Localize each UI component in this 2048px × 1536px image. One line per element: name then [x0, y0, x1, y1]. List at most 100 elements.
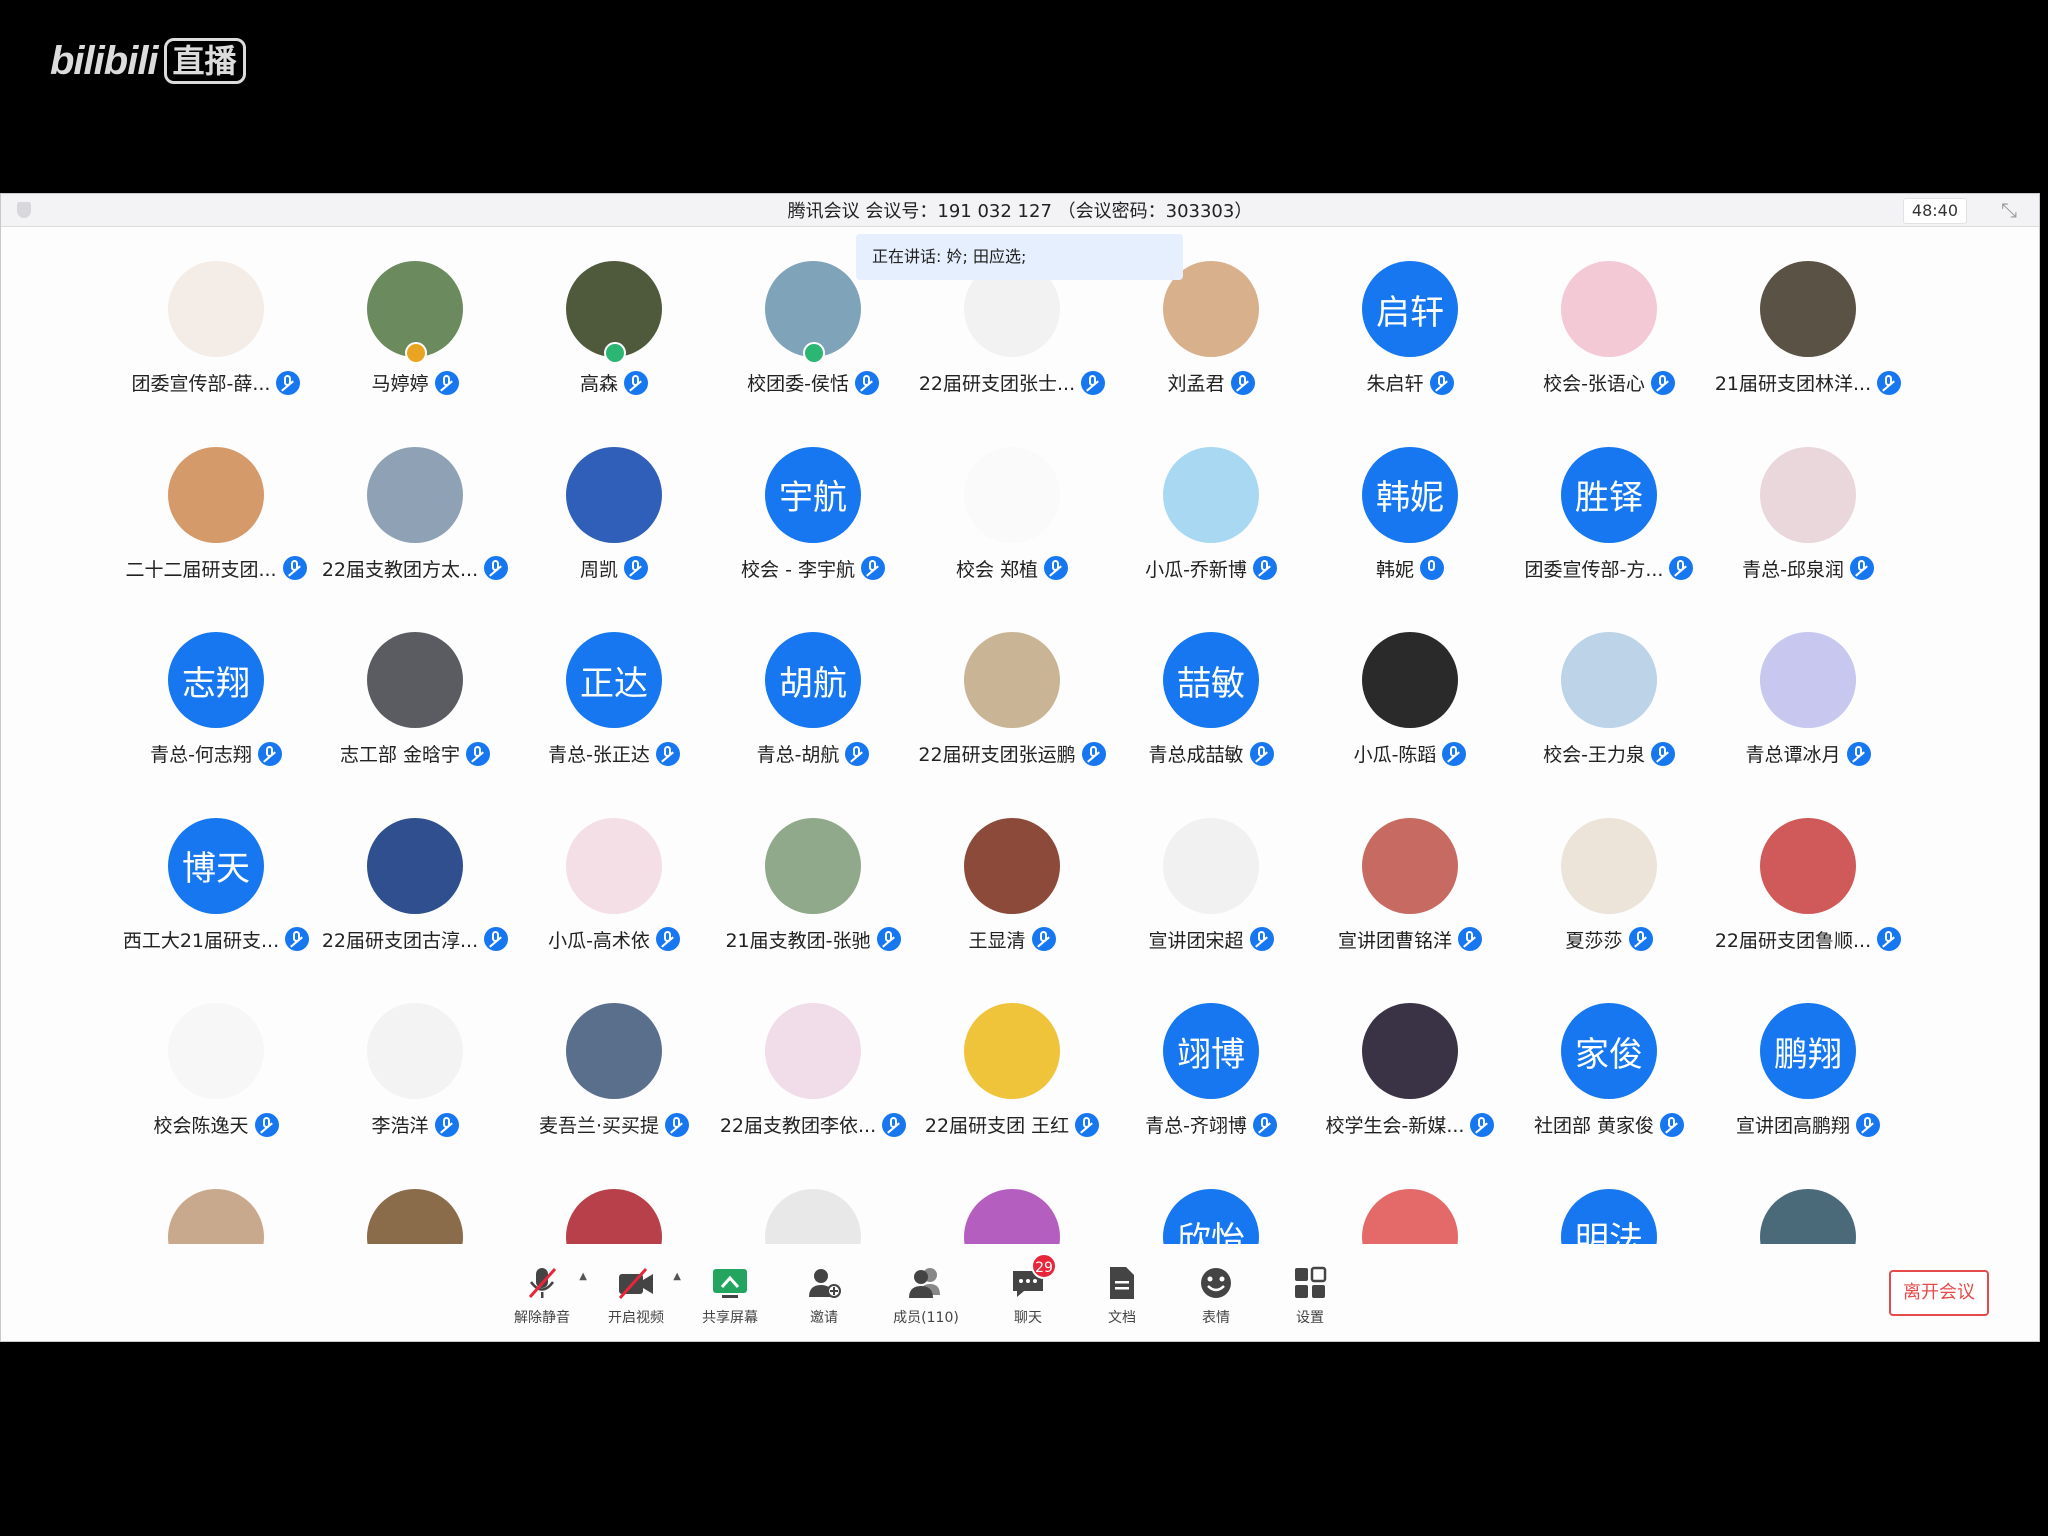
participant-tile[interactable]: 胜铎 团委宣传部-方...	[1499, 414, 1719, 594]
participant-tile[interactable]: 韩妮 韩妮	[1300, 414, 1520, 594]
participant-tile[interactable]: 校会陈逸天	[106, 970, 326, 1150]
participant-tile[interactable]: 鹏翔 宣讲团高鹏翔	[1698, 970, 1918, 1150]
start-video-button[interactable]: ▲ 开启视频	[589, 1255, 683, 1335]
security-shield-icon[interactable]	[17, 202, 31, 218]
participant-avatar	[964, 1003, 1060, 1099]
participant-tile[interactable]: 明法	[1499, 1156, 1719, 1244]
participant-tile[interactable]: 胡航 青总-胡航	[703, 599, 923, 779]
mic-muted-icon	[282, 556, 307, 580]
participant-tile[interactable]: 宣讲团曹铭洋	[1300, 785, 1520, 965]
mic-muted-icon	[655, 927, 680, 951]
share-screen-button[interactable]: 共享屏幕	[683, 1255, 777, 1335]
participant-tile[interactable]: 22届支教团方太...	[305, 414, 525, 594]
participant-tile[interactable]: 麦吾兰·买买提	[504, 970, 724, 1150]
participant-tile[interactable]: 宣讲团宋超	[1101, 785, 1321, 965]
participant-tile[interactable]: 团委宣传部-薛...	[106, 228, 326, 408]
participant-name: 青总-齐翊博	[1145, 1115, 1247, 1137]
participant-name: 麦吾兰·买买提	[538, 1115, 660, 1137]
participant-name: 校会陈逸天	[153, 1115, 249, 1137]
participant-tile[interactable]: 22届研支团张运鹏	[902, 599, 1122, 779]
participant-tile[interactable]: 夏莎莎	[1499, 785, 1719, 965]
participant-tile[interactable]: 博天 西工大21届研支...	[106, 785, 326, 965]
participant-tile[interactable]: 22届支教团李依...	[703, 970, 923, 1150]
participant-tile[interactable]: 家俊社团部 黄家俊	[1499, 970, 1719, 1150]
participant-tile[interactable]: 校会-王力泉	[1499, 599, 1719, 779]
unmute-label: 解除静音	[514, 1310, 570, 1326]
participant-name-row: 团委宣传部-薛...	[106, 369, 326, 396]
participant-avatar: 正达	[566, 632, 662, 728]
avatar-initials: 明法	[1575, 1220, 1643, 1244]
participant-tile[interactable]: 志翔 青总-何志翔	[106, 599, 326, 779]
participant-name: 21届研支团林洋...	[1714, 373, 1872, 395]
participant-avatar	[1561, 817, 1657, 914]
participant-tile[interactable]: 志工部 金晗宇	[305, 599, 525, 779]
participant-tile[interactable]: 正达 青总-张正达	[504, 599, 724, 779]
participant-tile[interactable]: 青总谭冰月	[1698, 599, 1918, 779]
participant-tile[interactable]: 高森	[504, 228, 724, 408]
participant-tile[interactable]: 校会 郑植	[902, 414, 1122, 594]
participant-tile[interactable]: 小瓜-高术依	[504, 785, 724, 965]
avatar-initials: 胜铎	[1575, 478, 1643, 518]
leave-meeting-button[interactable]: 离开会议	[1889, 1270, 1989, 1316]
participant-tile[interactable]: 喆敏 青总成喆敏	[1101, 599, 1321, 779]
emoji-button[interactable]: 表情	[1169, 1255, 1263, 1335]
docs-button[interactable]: 文档	[1075, 1255, 1169, 1335]
participant-name-row: 小瓜-陈蹈	[1300, 740, 1520, 767]
unmute-button[interactable]: ▲ 解除静音	[495, 1255, 589, 1335]
participant-name-row: 青总谭冰月	[1698, 740, 1918, 767]
participant-tile[interactable]: 青总-邱泉润	[1698, 414, 1918, 594]
participant-tile[interactable]	[1300, 1156, 1520, 1244]
participant-avatar: 翊博	[1163, 1003, 1259, 1099]
fullscreen-icon[interactable]: ⤡	[2001, 200, 2017, 220]
participant-tile[interactable]: 李浩洋	[305, 970, 525, 1150]
participant-grid[interactable]: 团委宣传部-薛... 马婷婷 高森 校团委-侯恬 22届研支团张士... 刘孟君 启轩 朱启轩…	[1, 228, 2039, 1244]
participant-tile[interactable]	[703, 1156, 923, 1244]
participant-tile[interactable]: 马婷婷	[305, 228, 525, 408]
mic-muted-icon	[1849, 556, 1874, 580]
participant-tile[interactable]: 小瓜-乔新博	[1101, 414, 1321, 594]
chat-button[interactable]: 29 聊天	[981, 1253, 1075, 1335]
participant-tile[interactable]: 22届研支团古淳...	[305, 785, 525, 965]
participant-name: 高森	[579, 373, 618, 395]
participant-tile[interactable]: 22届研支团 王红	[902, 970, 1122, 1150]
participant-tile[interactable]	[902, 1156, 1122, 1244]
participant-tile[interactable]: 二十二届研支团...	[106, 414, 326, 594]
participant-name-row: 社团部 黄家俊	[1499, 1111, 1719, 1138]
participant-tile[interactable]: 校会-张语心	[1499, 228, 1719, 408]
participant-tile[interactable]: 21届支教团-张驰	[703, 785, 923, 965]
participant-name: 王显清	[968, 929, 1026, 952]
participant-tile[interactable]	[504, 1156, 724, 1244]
participant-tile[interactable]	[106, 1156, 326, 1244]
participant-tile[interactable]: 周凯	[504, 414, 724, 594]
participant-tile[interactable]: 宇航 校会 - 李宇航	[703, 414, 923, 594]
participant-tile[interactable]: 小瓜-陈蹈	[1300, 599, 1520, 779]
participant-tile[interactable]: 21届研支团林洋...	[1698, 228, 1918, 408]
participant-avatar: 明法	[1561, 1188, 1657, 1244]
participant-tile[interactable]: 校学生会-新媒...	[1300, 970, 1520, 1150]
participant-tile[interactable]	[1698, 1156, 1918, 1244]
participant-tile[interactable]: 翊博青总-齐翊博	[1101, 970, 1321, 1150]
mic-muted-icon	[624, 556, 648, 580]
participant-tile[interactable]: 欣怡	[1101, 1156, 1321, 1244]
participant-avatar	[964, 446, 1060, 543]
participant-name: 小瓜-高术依	[548, 929, 650, 952]
audio-options-caret[interactable]: ▲	[579, 1271, 587, 1282]
invite-label: 邀请	[810, 1310, 838, 1326]
avatar-initials: 韩妮	[1376, 478, 1444, 518]
participant-tile[interactable]: 王显清	[902, 785, 1122, 965]
participant-name: 小瓜-乔新博	[1145, 558, 1247, 581]
participant-name: 社团部 黄家俊	[1533, 1115, 1655, 1137]
video-options-caret[interactable]: ▲	[673, 1271, 681, 1282]
participant-name-row: 刘孟君	[1101, 369, 1321, 396]
participant-tile[interactable]	[305, 1156, 525, 1244]
participant-avatar	[168, 1003, 264, 1099]
mic-muted-icon	[655, 741, 680, 766]
participant-tile[interactable]: 22届研支团鲁顺...	[1698, 785, 1918, 965]
participant-avatar: 家俊	[1561, 1003, 1657, 1099]
invite-button[interactable]: 邀请	[777, 1255, 871, 1335]
participant-tile[interactable]: 启轩 朱启轩	[1300, 228, 1520, 408]
participant-avatar: 喆敏	[1163, 632, 1259, 728]
settings-button[interactable]: 设置	[1263, 1255, 1357, 1335]
participant-name-row: 小瓜-高术依	[504, 926, 724, 953]
members-button[interactable]: 成员(110)	[871, 1255, 981, 1335]
